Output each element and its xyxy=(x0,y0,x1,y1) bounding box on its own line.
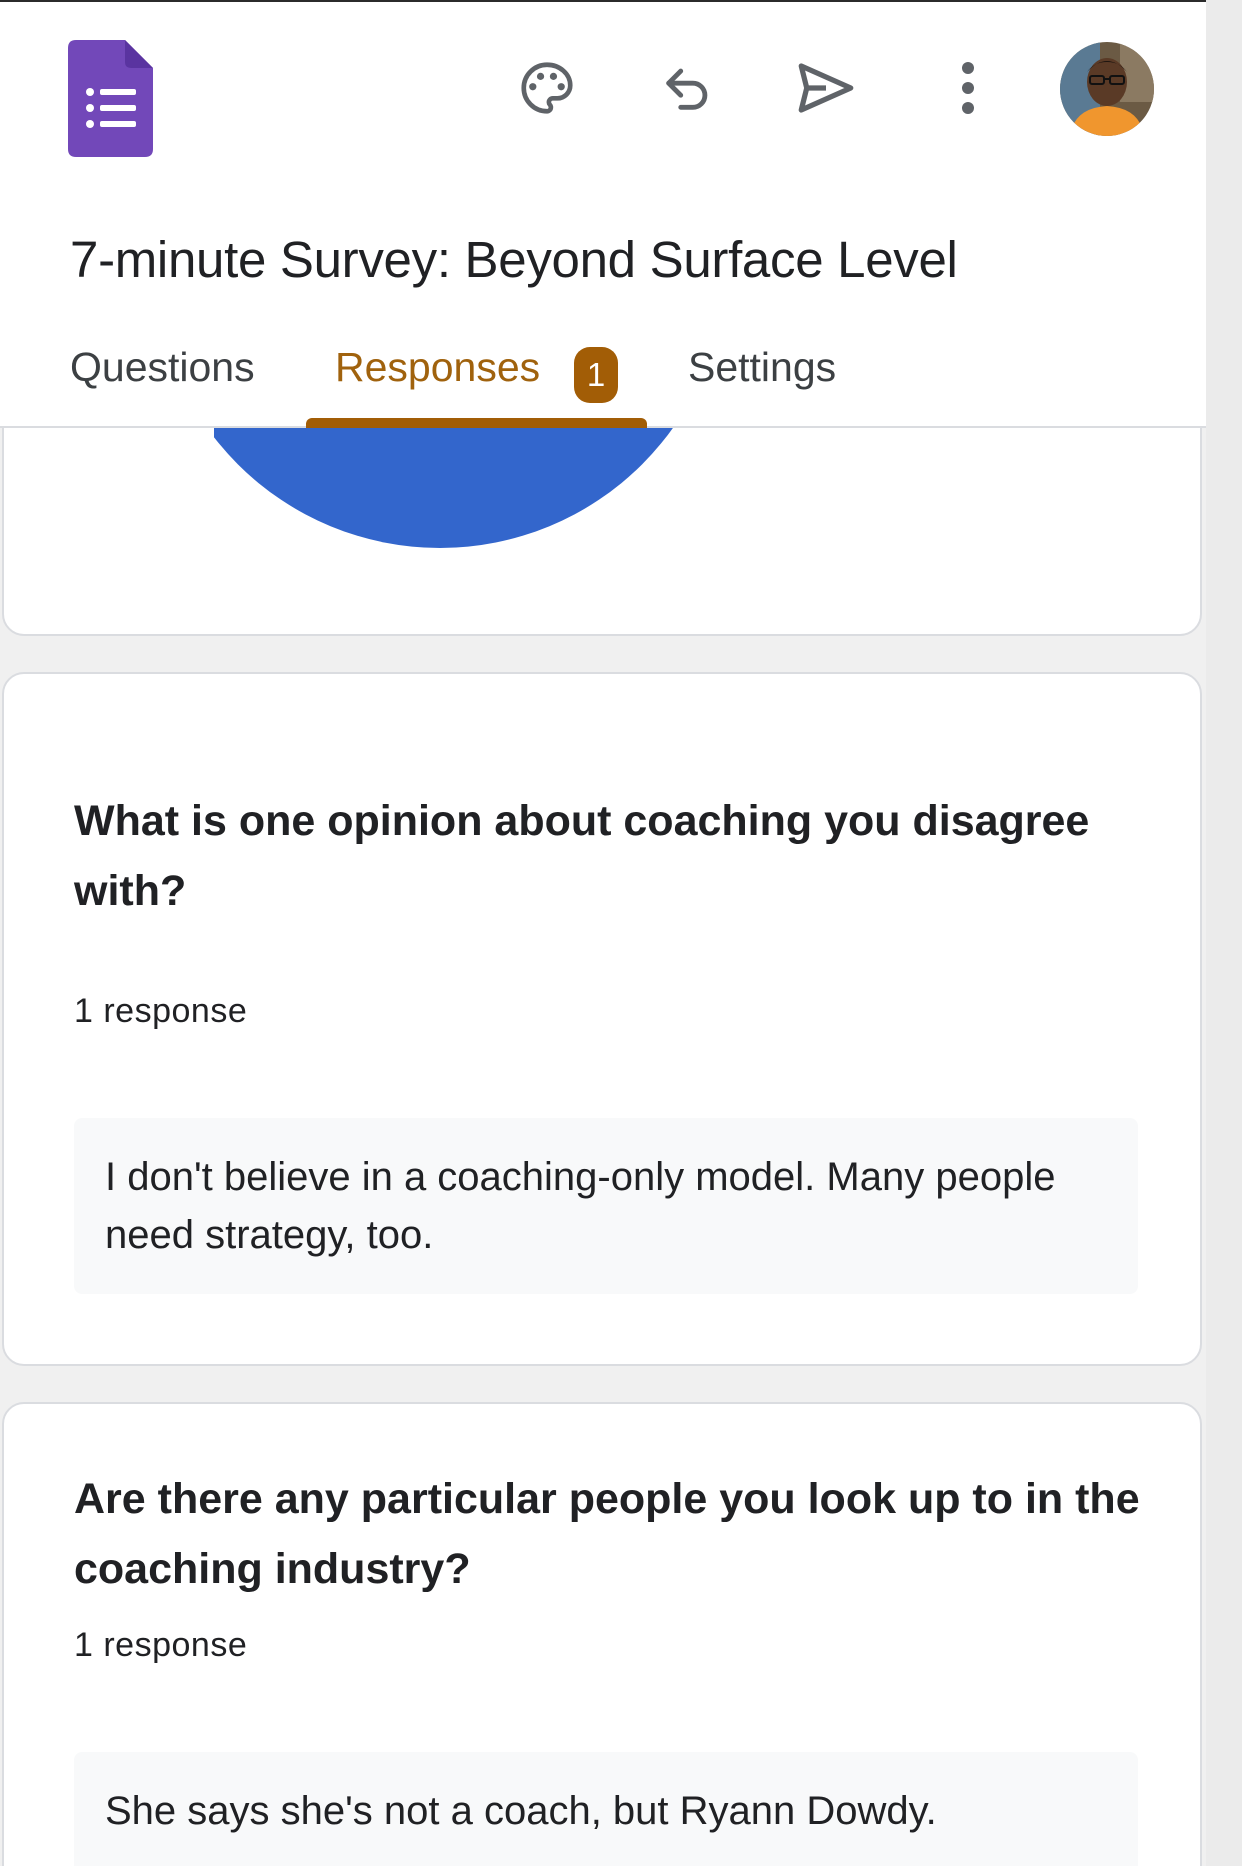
app-header: 7-minute Survey: Beyond Surface Level Qu… xyxy=(0,2,1206,428)
more-vert-icon[interactable] xyxy=(932,52,1004,124)
send-icon[interactable] xyxy=(790,52,862,124)
palette-icon[interactable] xyxy=(511,52,583,124)
active-tab-indicator xyxy=(306,418,647,428)
question-title: What is one opinion about coaching you d… xyxy=(74,797,1090,915)
google-forms-logo xyxy=(68,40,153,157)
responses-count-badge: 1 xyxy=(574,347,618,403)
response-count: 1 response xyxy=(74,992,248,1030)
question-card-2: Are there any particular people you look… xyxy=(2,1402,1202,1866)
undo-icon[interactable] xyxy=(652,52,724,124)
tab-responses[interactable]: Responses xyxy=(335,344,540,391)
response-count: 1 response xyxy=(74,1626,248,1664)
tab-settings[interactable]: Settings xyxy=(688,344,836,391)
pie-chart-card xyxy=(2,400,1202,636)
app-viewport: What is one opinion about coaching you d… xyxy=(0,0,1206,1866)
question-card-1: What is one opinion about coaching you d… xyxy=(2,672,1202,1366)
tab-questions[interactable]: Questions xyxy=(70,344,255,391)
question-title: Are there any particular people you look… xyxy=(74,1475,1140,1593)
top-divider xyxy=(0,0,1206,2)
form-title: 7-minute Survey: Beyond Surface Level xyxy=(70,231,958,288)
scroll-gutter xyxy=(1206,0,1242,1866)
response-answer: She says she's not a coach, but Ryann Do… xyxy=(74,1752,1138,1866)
response-answer: I don't believe in a coaching-only model… xyxy=(74,1118,1138,1294)
user-avatar[interactable] xyxy=(1060,42,1154,136)
